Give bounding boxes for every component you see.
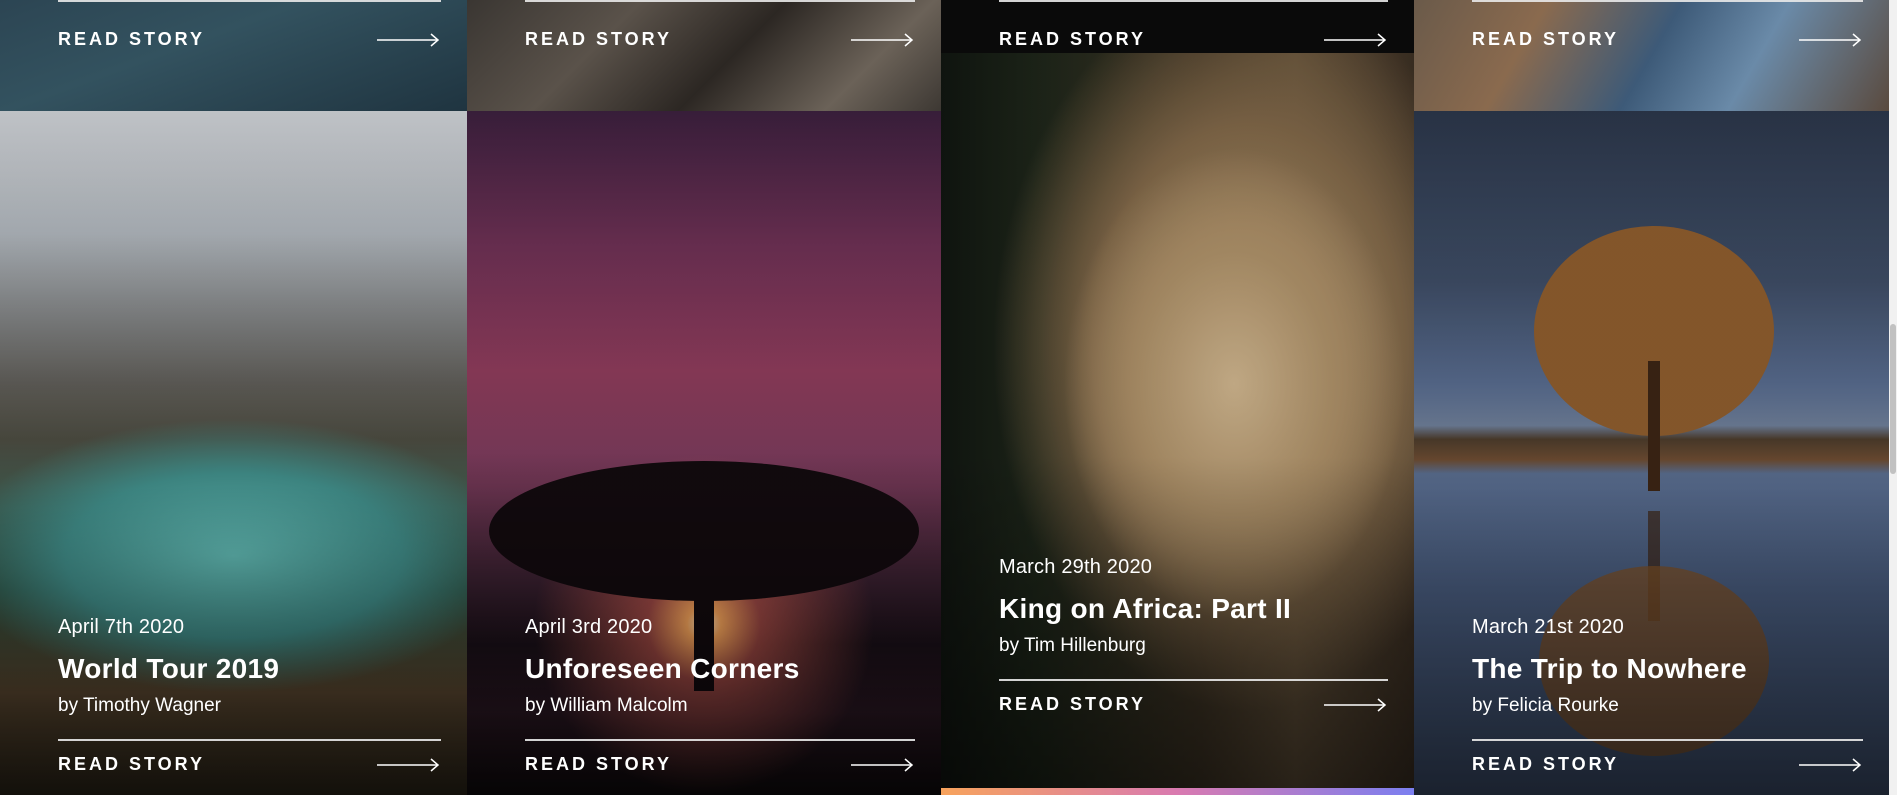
read-story-link[interactable]: READ STORY	[58, 754, 205, 775]
divider-line	[999, 0, 1388, 2]
divider-line	[525, 0, 915, 2]
read-story-link[interactable]: READ STORY	[58, 29, 205, 50]
story-column-3: READ STORY March 29th 2020 King on Afric…	[941, 0, 1414, 795]
story-card-world-tour[interactable]: April 7th 2020 World Tour 2019 by Timoth…	[0, 111, 467, 795]
divider-line	[999, 679, 1388, 681]
story-date: March 29th 2020	[999, 556, 1153, 578]
divider-line	[525, 739, 915, 741]
right-arrow-icon[interactable]	[1324, 697, 1388, 713]
story-title[interactable]: World Tour 2019	[58, 653, 441, 685]
read-story-link[interactable]: READ STORY	[525, 754, 672, 775]
scrollbar-track[interactable]	[1889, 0, 1897, 795]
story-card-top-2[interactable]: READ STORY	[467, 0, 941, 111]
story-column-1: READ STORY April 7th 2020 World Tour 201…	[0, 0, 467, 795]
story-card-top-1[interactable]: READ STORY	[0, 0, 467, 111]
right-arrow-icon[interactable]	[1324, 32, 1388, 48]
right-arrow-icon[interactable]	[1799, 757, 1863, 773]
story-column-4: READ STORY March 21st 2020 The Trip to N…	[1414, 0, 1889, 795]
gradient-accent-strip	[941, 788, 1414, 795]
read-story-link[interactable]: READ STORY	[1472, 29, 1619, 50]
story-card-top-4[interactable]: READ STORY	[1414, 0, 1889, 111]
story-title[interactable]: The Trip to Nowhere	[1472, 653, 1863, 685]
story-title[interactable]: Unforeseen Corners	[525, 653, 915, 685]
read-story-link[interactable]: READ STORY	[999, 29, 1146, 50]
story-card-king-on-africa[interactable]: March 29th 2020 King on Africa: Part II …	[941, 53, 1414, 788]
story-author: by Tim Hillenburg	[999, 635, 1146, 656]
story-column-2: READ STORY April 3rd 2020 Unforeseen Cor…	[467, 0, 941, 795]
divider-line	[1472, 739, 1863, 741]
story-author: by Timothy Wagner	[58, 695, 221, 716]
divider-line	[58, 0, 441, 2]
story-date: April 3rd 2020	[525, 616, 653, 638]
story-card-unforeseen-corners[interactable]: April 3rd 2020 Unforeseen Corners by Wil…	[467, 111, 941, 795]
story-author: by William Malcolm	[525, 695, 688, 716]
story-card-top-3[interactable]: READ STORY	[941, 0, 1414, 53]
scrollbar-thumb[interactable]	[1890, 324, 1896, 474]
right-arrow-icon[interactable]	[851, 32, 915, 48]
divider-line	[58, 739, 441, 741]
story-date: March 21st 2020	[1472, 616, 1624, 638]
right-arrow-icon[interactable]	[851, 757, 915, 773]
right-arrow-icon[interactable]	[1799, 32, 1863, 48]
story-author: by Felicia Rourke	[1472, 695, 1619, 716]
story-date: April 7th 2020	[58, 616, 185, 638]
divider-line	[1472, 0, 1863, 2]
right-arrow-icon[interactable]	[377, 757, 441, 773]
story-grid: READ STORY April 7th 2020 World Tour 201…	[0, 0, 1889, 795]
read-story-link[interactable]: READ STORY	[525, 29, 672, 50]
story-title[interactable]: King on Africa: Part II	[999, 593, 1388, 625]
right-arrow-icon[interactable]	[377, 32, 441, 48]
read-story-link[interactable]: READ STORY	[999, 694, 1146, 715]
story-card-trip-to-nowhere[interactable]: March 21st 2020 The Trip to Nowhere by F…	[1414, 111, 1889, 795]
read-story-link[interactable]: READ STORY	[1472, 754, 1619, 775]
